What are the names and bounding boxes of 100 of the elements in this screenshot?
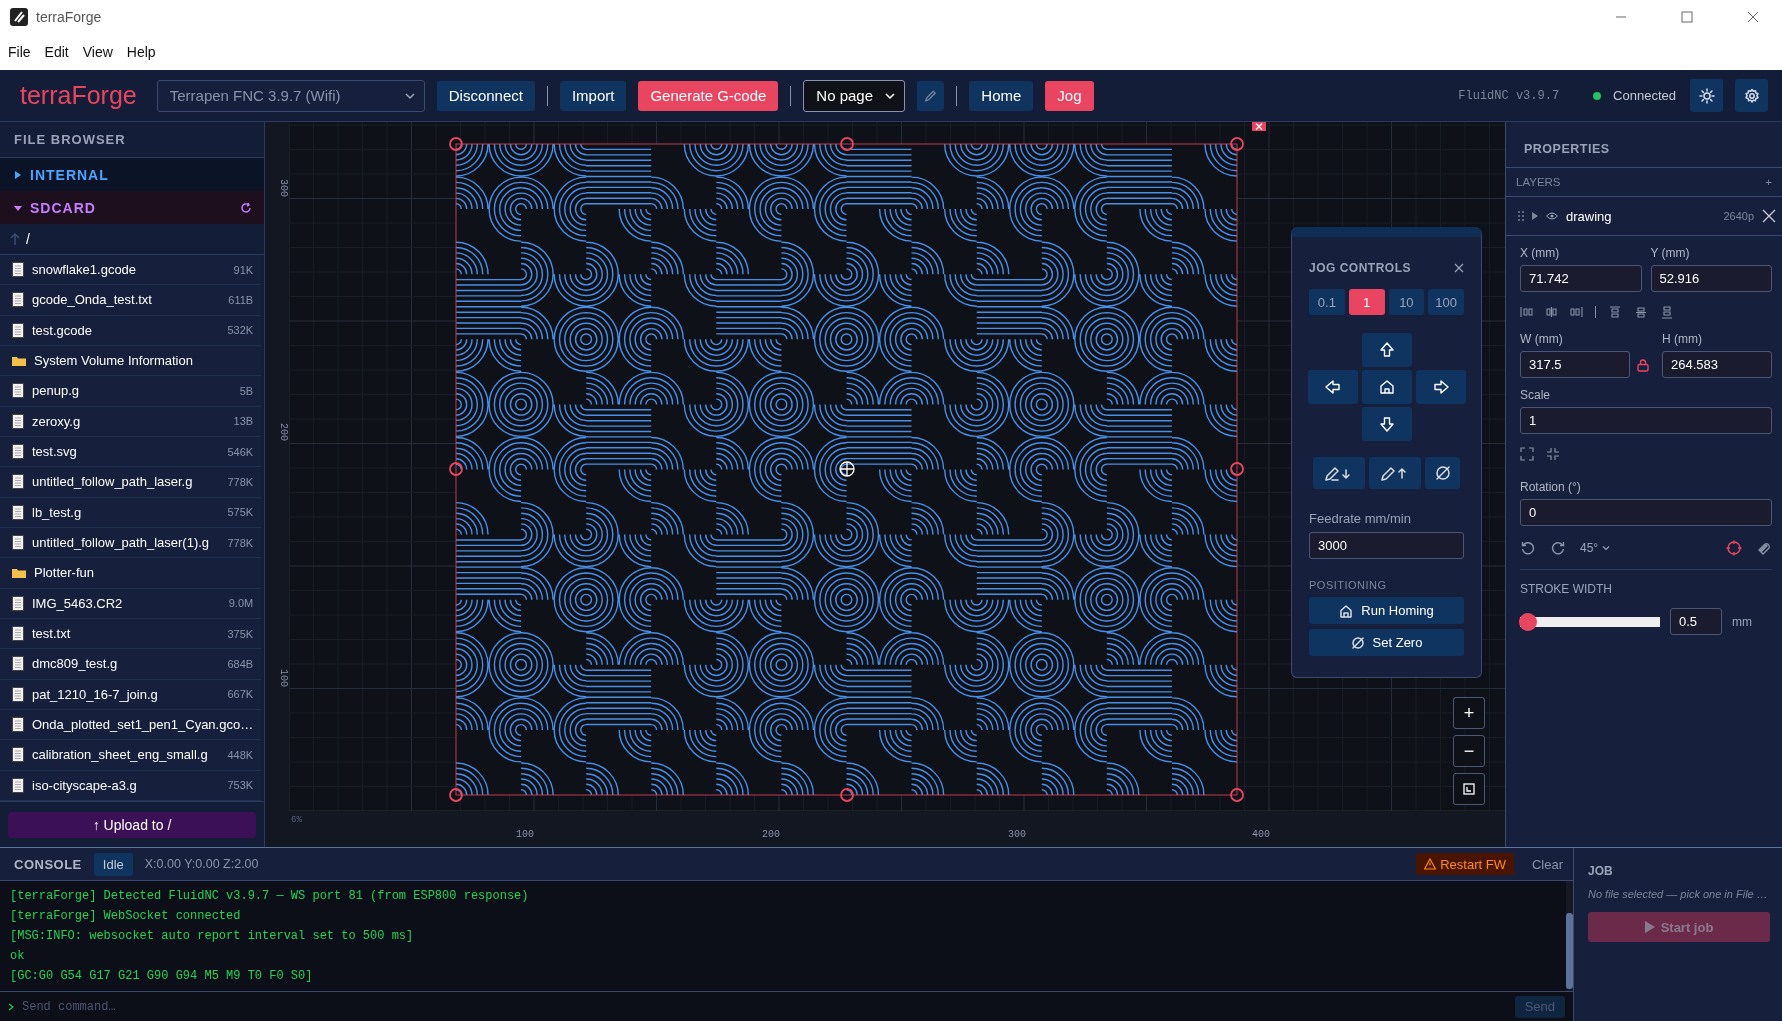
restart-button[interactable]: Restart FW xyxy=(1416,853,1514,875)
file-row[interactable]: pat_1210_16-7_join.g 667K xyxy=(0,679,262,710)
step-button[interactable]: 1 xyxy=(1348,289,1385,315)
scrollbar[interactable] xyxy=(1566,881,1573,991)
input-field[interactable]: 1 xyxy=(1520,407,1772,434)
file-icon xyxy=(12,656,24,672)
page-select[interactable]: No page xyxy=(803,79,906,112)
home-icon xyxy=(1378,379,1395,395)
play-icon xyxy=(1644,921,1655,933)
menu-item[interactable]: Edit xyxy=(44,44,69,60)
file-row[interactable]: penup.g 5B xyxy=(0,376,262,407)
file-row[interactable]: zeroxy.g 13B xyxy=(0,406,262,437)
device-select[interactable]: Terrapen FNC 3.9.7 (Wifi) xyxy=(156,79,425,112)
jog-down-button[interactable] xyxy=(1361,407,1412,441)
upload-button[interactable]: ↑ Upload to / xyxy=(8,811,256,838)
file-row[interactable]: test.txt 375K xyxy=(0,618,262,650)
file-icon xyxy=(12,474,24,490)
run-homing-button[interactable]: Run Homing xyxy=(1309,597,1464,624)
file-row[interactable]: snowflake1.gcode 91K xyxy=(0,255,262,286)
input-field[interactable]: 0 xyxy=(1520,499,1772,526)
file-row[interactable]: untitled_follow_path_laser(1).g 778K xyxy=(0,527,262,559)
file-row[interactable]: Onda_plotted_set1_pen1_Cyan.gco… xyxy=(0,709,262,741)
align-icon[interactable] xyxy=(1570,305,1583,319)
zoom-in-button[interactable]: + xyxy=(1453,697,1485,729)
input-field[interactable]: 264.583 xyxy=(1662,351,1772,378)
target-icon[interactable] xyxy=(1726,539,1742,556)
input-field[interactable]: 317.5 xyxy=(1520,351,1630,378)
feedrate-field[interactable]: 3000 xyxy=(1309,532,1464,559)
toolbar-button[interactable]: Disconnect xyxy=(436,80,535,111)
lock-icon[interactable] xyxy=(1636,358,1650,372)
arrow-left-icon xyxy=(1324,379,1341,395)
eye-icon[interactable] xyxy=(1546,212,1558,220)
rotate-right-icon[interactable] xyxy=(1550,539,1566,556)
align-icon[interactable] xyxy=(1520,305,1533,319)
file-size: 778K xyxy=(227,536,254,549)
menu-item[interactable]: File xyxy=(8,44,31,60)
pen-up-button[interactable] xyxy=(1369,457,1421,489)
storage-section[interactable]: SDCARD xyxy=(0,191,264,224)
add-layer-button[interactable]: + xyxy=(1765,176,1772,188)
jog-right-button[interactable] xyxy=(1415,370,1466,404)
align-icon[interactable] xyxy=(1545,305,1558,319)
file-row[interactable]: test.gcode 532K xyxy=(0,315,262,346)
rotate-left-icon[interactable] xyxy=(1520,539,1536,556)
align-icon[interactable] xyxy=(1608,305,1622,319)
step-button[interactable]: 100 xyxy=(1428,289,1464,315)
close-icon[interactable] xyxy=(1454,263,1464,273)
shrink-icon[interactable] xyxy=(1546,447,1560,461)
jog-up-button[interactable] xyxy=(1361,333,1412,367)
view-tab[interactable]: Home xyxy=(969,80,1034,111)
slider-thumb[interactable] xyxy=(1519,612,1538,631)
storage-section[interactable]: INTERNAL xyxy=(0,158,264,191)
delete-handle-icon[interactable] xyxy=(1252,122,1266,131)
panel-title: CONSOLE xyxy=(14,856,82,872)
caret-icon[interactable] xyxy=(1532,212,1538,220)
align-icon[interactable] xyxy=(1634,305,1648,319)
panel-title: JOB xyxy=(1588,864,1614,878)
layer-row[interactable]: drawing 2640p xyxy=(1506,197,1782,236)
settings-button[interactable] xyxy=(1735,79,1768,112)
set-zero-button[interactable]: Set Zero xyxy=(1309,629,1464,656)
axis-label: 300 xyxy=(1008,829,1026,840)
menu-item[interactable]: Help xyxy=(126,44,156,60)
chevron-icon xyxy=(1602,543,1611,552)
zoom-level: 6% xyxy=(291,815,302,825)
step-button[interactable]: 10 xyxy=(1388,289,1425,315)
stroke-width-field[interactable]: 0.5 xyxy=(1670,608,1722,635)
input-field[interactable]: 71.742 xyxy=(1520,265,1642,292)
close-icon[interactable] xyxy=(1762,209,1776,223)
file-row[interactable]: iso-cityscape-a3.g 753K xyxy=(0,770,262,801)
file-row[interactable]: untitled_follow_path_laser.g 778K xyxy=(0,467,262,498)
home-button[interactable] xyxy=(1361,370,1412,404)
zero-button[interactable] xyxy=(1425,457,1460,489)
file-row[interactable]: gcode_Onda_test.txt 611B xyxy=(0,285,262,316)
fit-view-button[interactable] xyxy=(1453,773,1485,805)
file-icon xyxy=(12,686,24,702)
file-row[interactable]: System Volume Information xyxy=(0,346,262,377)
pen-down-button[interactable] xyxy=(1313,457,1365,489)
align-icon[interactable] xyxy=(1660,305,1674,319)
toolbar-button[interactable]: Import xyxy=(559,80,627,111)
zoom-out-button[interactable]: − xyxy=(1453,735,1485,767)
file-icon xyxy=(12,413,24,429)
expand-icon[interactable] xyxy=(1520,447,1534,461)
file-row[interactable]: dmc809_test.g 684B xyxy=(0,649,262,680)
file-row[interactable]: Plotter-fun xyxy=(0,558,262,589)
refresh-icon[interactable] xyxy=(240,201,252,214)
theme-button[interactable] xyxy=(1690,79,1723,112)
file-row[interactable]: calibration_sheet_eng_small.g 448K xyxy=(0,740,262,771)
clear-button[interactable]: Clear xyxy=(1531,856,1563,872)
file-row[interactable]: test.svg 546K xyxy=(0,436,262,468)
view-tab[interactable]: Jog xyxy=(1045,80,1094,111)
menu-item[interactable]: View xyxy=(82,44,113,60)
rotation-step-select[interactable]: 45° xyxy=(1580,540,1611,555)
input-field[interactable]: 52.916 xyxy=(1650,265,1772,292)
toolbar-button[interactable]: Generate G-code xyxy=(638,80,779,111)
file-row[interactable]: lb_test.g 575K xyxy=(0,497,262,528)
sun-icon xyxy=(1698,87,1715,104)
file-row[interactable]: IMG_5463.CR2 9.0M xyxy=(0,588,262,619)
step-button[interactable]: 0.1 xyxy=(1309,289,1345,315)
edit-button[interactable] xyxy=(917,80,945,111)
jog-left-button[interactable] xyxy=(1307,370,1358,404)
window-title: terraForge xyxy=(36,9,102,25)
